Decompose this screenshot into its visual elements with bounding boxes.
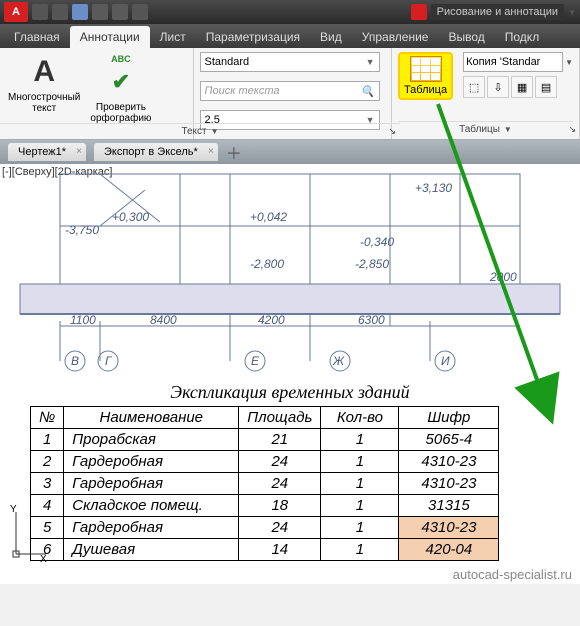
svg-text:Ж: Ж <box>332 354 345 368</box>
dialog-launcher-icon[interactable]: ↘ <box>568 124 576 135</box>
tab-plugins[interactable]: Подкл <box>495 26 549 48</box>
tab-annotations[interactable]: Аннотации <box>70 26 150 48</box>
save-icon[interactable] <box>72 4 88 20</box>
table-row: 1Прорабская2115065-4 <box>31 429 499 451</box>
col-qty: Кол-во <box>321 407 399 429</box>
drawing-canvas[interactable]: [-][Сверху][2D-каркас] <box>0 164 580 584</box>
workspace-switcher[interactable]: Рисование и аннотации ▼ <box>411 4 576 20</box>
print-icon[interactable] <box>132 4 148 20</box>
table-style-combo[interactable]: Копия 'Standar <box>463 52 563 72</box>
mtext-icon: A <box>33 54 55 90</box>
search-icon: 🔍 <box>361 85 375 98</box>
table-row: 3Гардеробная2414310-23 <box>31 473 499 495</box>
table-label: Таблица <box>404 84 447 96</box>
ribbon-tabs: Главная Аннотации Лист Параметризация Ви… <box>0 24 580 48</box>
svg-text:2000: 2000 <box>489 270 517 284</box>
svg-text:+0,300: +0,300 <box>112 210 149 224</box>
table-title: Экспликация временных зданий <box>0 382 580 403</box>
text-panel-label[interactable]: Текст ▼ ↘ <box>0 123 400 139</box>
link-data-icon[interactable]: ⬚ <box>463 76 485 98</box>
svg-text:4200: 4200 <box>258 313 285 327</box>
text-style-combo[interactable]: Standard ▼ <box>200 52 380 72</box>
svg-text:В: В <box>71 354 79 368</box>
dialog-launcher-icon[interactable]: ↘ <box>388 126 396 137</box>
explication-table: № Наименование Площадь Кол-во Шифр 1Прор… <box>30 406 499 561</box>
panel-tables: Таблица Копия 'Standar ▼ ⬚ ⇩ ▦ ▤ Таблицы… <box>391 48 580 139</box>
svg-text:-0,340: -0,340 <box>360 235 394 249</box>
extract-icon[interactable]: ▦ <box>511 76 533 98</box>
col-number: № <box>31 407 64 429</box>
open-icon[interactable] <box>52 4 68 20</box>
col-code: Шифр <box>399 407 499 429</box>
svg-text:Y: Y <box>10 504 17 515</box>
col-name: Наименование <box>64 407 239 429</box>
close-icon[interactable]: × <box>208 146 214 157</box>
svg-text:И: И <box>441 354 450 368</box>
file-tabs: Чертеж1*× Экспорт в Эксель*× ＋ <box>0 140 580 164</box>
tab-sheet[interactable]: Лист <box>150 26 196 48</box>
search-placeholder: Поиск текста <box>205 85 280 97</box>
export-icon[interactable]: ▤ <box>535 76 557 98</box>
table-row: 2Гардеробная2414310-23 <box>31 451 499 473</box>
watermark: autocad-specialist.ru <box>453 567 572 582</box>
table-row: 6Душевая141420-04 <box>31 539 499 561</box>
chevron-down-icon: ▼ <box>568 8 576 17</box>
svg-text:1100: 1100 <box>70 313 96 327</box>
tab-home[interactable]: Главная <box>4 26 70 48</box>
download-icon[interactable]: ⇩ <box>487 76 509 98</box>
svg-text:Г: Г <box>105 354 113 368</box>
table-icon <box>410 56 442 82</box>
redo-icon[interactable] <box>112 4 128 20</box>
spellcheck-button[interactable]: ABC ✔ Проверить орфографию <box>88 52 153 126</box>
table-row: 5Гардеробная2414310-23 <box>31 517 499 539</box>
gear-icon <box>411 4 427 20</box>
file-tab[interactable]: Экспорт в Эксель*× <box>94 143 218 161</box>
svg-text:6300: 6300 <box>358 313 385 327</box>
svg-text:+0,042: +0,042 <box>250 210 287 224</box>
undo-icon[interactable] <box>92 4 108 20</box>
new-icon[interactable] <box>32 4 48 20</box>
svg-text:8400: 8400 <box>150 313 177 327</box>
close-icon[interactable]: × <box>76 146 82 157</box>
tab-view[interactable]: Вид <box>310 26 352 48</box>
ucs-icon: Y X <box>8 504 48 564</box>
spell-label: Проверить орфографию <box>90 102 151 124</box>
svg-text:-2,800: -2,800 <box>250 257 284 271</box>
title-bar: A Рисование и аннотации ▼ <box>0 0 580 24</box>
find-text-input[interactable]: Поиск текста 🔍 <box>200 81 380 101</box>
svg-text:Е: Е <box>251 354 260 368</box>
ribbon: A Многострочный текст ABC ✔ Проверить ор… <box>0 48 580 140</box>
svg-text:-2,850: -2,850 <box>355 257 389 271</box>
chevron-down-icon[interactable]: ▼ <box>565 58 573 67</box>
file-tab[interactable]: Чертеж1*× <box>8 143 86 161</box>
chevron-down-icon: ▼ <box>504 125 512 134</box>
mtext-label: Многострочный текст <box>8 92 80 114</box>
check-icon: ✔ <box>112 64 130 100</box>
col-area: Площадь <box>239 407 321 429</box>
style-value: Standard <box>205 56 250 68</box>
new-tab-icon[interactable]: ＋ <box>226 140 242 164</box>
svg-text:X: X <box>40 554 47 564</box>
chevron-down-icon: ▼ <box>366 57 375 67</box>
tab-output[interactable]: Вывод <box>438 26 494 48</box>
tables-panel-label[interactable]: Таблицы ▼ ↘ <box>398 121 573 137</box>
tab-parametric[interactable]: Параметризация <box>196 26 310 48</box>
svg-text:+3,130: +3,130 <box>415 181 452 195</box>
chevron-down-icon: ▼ <box>211 127 219 136</box>
table-button[interactable]: Таблица <box>398 52 453 100</box>
mtext-button[interactable]: A Многострочный текст <box>6 52 82 116</box>
svg-text:-3,750: -3,750 <box>65 223 99 237</box>
abc-label: ABC <box>111 54 131 64</box>
tab-manage[interactable]: Управление <box>352 26 439 48</box>
table-row: 4Складское помещ.18131315 <box>31 495 499 517</box>
app-logo[interactable]: A <box>4 2 28 22</box>
workspace-label: Рисование и аннотации <box>431 4 564 20</box>
section-drawing: +3,130 +0,042 +0,300 -0,340 -2,800 -2,85… <box>0 166 580 376</box>
